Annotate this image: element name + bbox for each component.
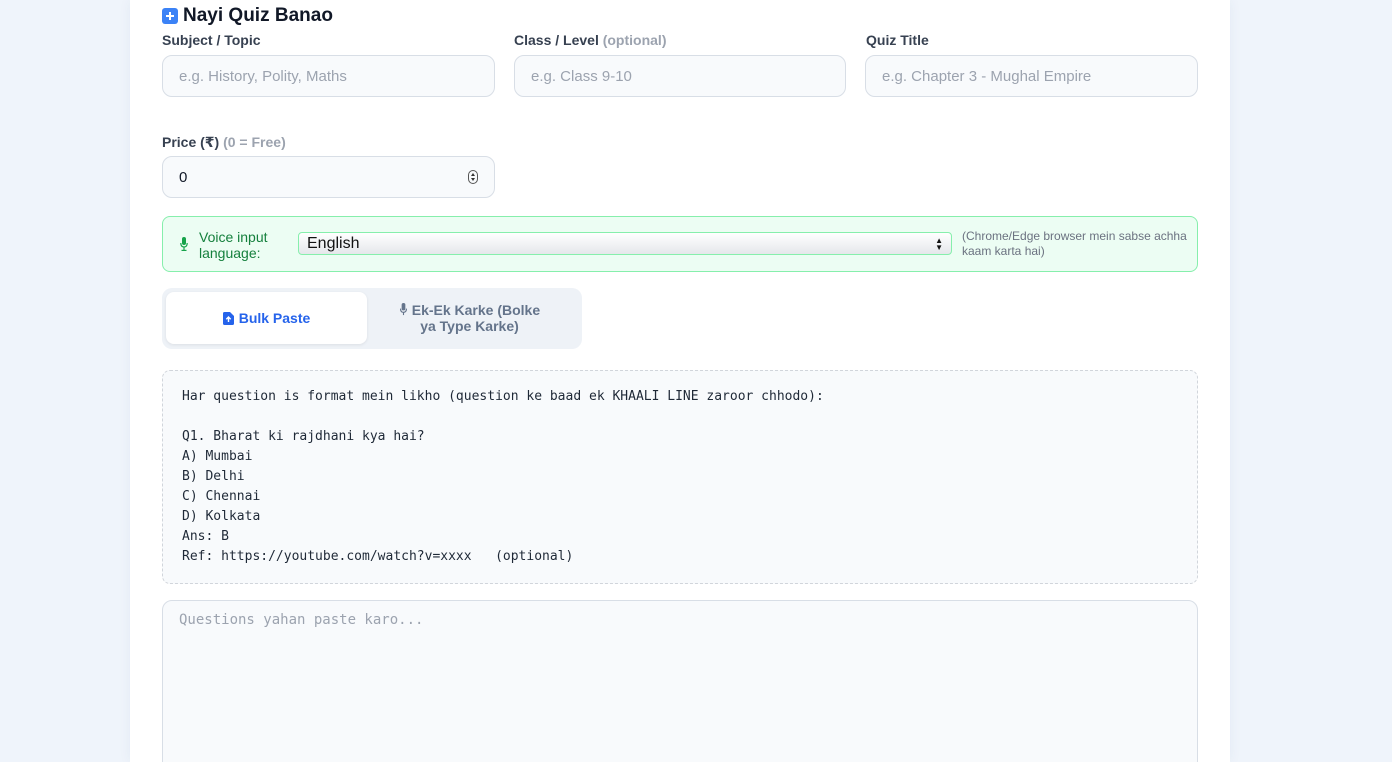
voice-language-panel: Voice input language: English ▲ ▼ (Chrome… <box>162 216 1198 272</box>
browser-hint: (Chrome/Edge browser mein sabse achha ka… <box>962 229 1187 258</box>
class-level-label: Class / Level (optional) <box>514 32 666 48</box>
voice-language-select[interactable]: English ▲ ▼ <box>298 232 952 255</box>
questions-paste-textarea[interactable] <box>162 600 1198 762</box>
tab-bulk-paste-label: Bulk Paste <box>238 310 311 326</box>
selected-language: English <box>307 234 360 252</box>
microphone-icon <box>399 303 407 316</box>
price-value: 0 <box>179 168 188 186</box>
page-title: Nayi Quiz Banao <box>183 5 333 26</box>
tab-one-by-one[interactable]: Ek-Ek Karke (Bolke ya Type Karke) <box>369 292 570 344</box>
class-level-label-text: Class / Level <box>514 32 599 48</box>
quiz-title-label: Quiz Title <box>866 32 929 48</box>
price-hint: (0 = Free) <box>223 134 286 150</box>
number-stepper-icon[interactable] <box>468 170 478 184</box>
optional-tag: (optional) <box>602 32 667 48</box>
tab-bulk-paste[interactable]: Bulk Paste <box>166 292 367 344</box>
quiz-title-input[interactable] <box>865 55 1198 97</box>
plus-square-icon <box>162 8 178 24</box>
subject-label-text: Subject / Topic <box>162 32 261 48</box>
price-label: Price (₹) (0 = Free) <box>162 134 286 151</box>
tab-one-by-one-label: Ek-Ek Karke (Bolke ya Type Karke) <box>411 302 541 334</box>
price-input[interactable]: 0 <box>162 156 495 198</box>
file-upload-icon <box>222 311 234 325</box>
format-instructions: Har question is format mein likho (quest… <box>162 370 1198 584</box>
tab-one-by-one-content: Ek-Ek Karke (Bolke ya Type Karke) <box>395 302 545 334</box>
price-label-text: Price (₹) <box>162 134 220 150</box>
select-arrows-icon: ▲ ▼ <box>935 235 943 252</box>
subject-label: Subject / Topic <box>162 32 261 48</box>
form-header: Nayi Quiz Banao <box>162 5 333 27</box>
microphone-icon <box>180 237 188 251</box>
class-level-input[interactable] <box>514 55 846 97</box>
voice-language-label: Voice input language: <box>199 229 268 261</box>
input-mode-tabs: Bulk Paste Ek-Ek Karke (Bolke ya Type Ka… <box>162 288 582 349</box>
subject-input[interactable] <box>162 55 495 97</box>
quiz-title-label-text: Quiz Title <box>866 32 929 48</box>
